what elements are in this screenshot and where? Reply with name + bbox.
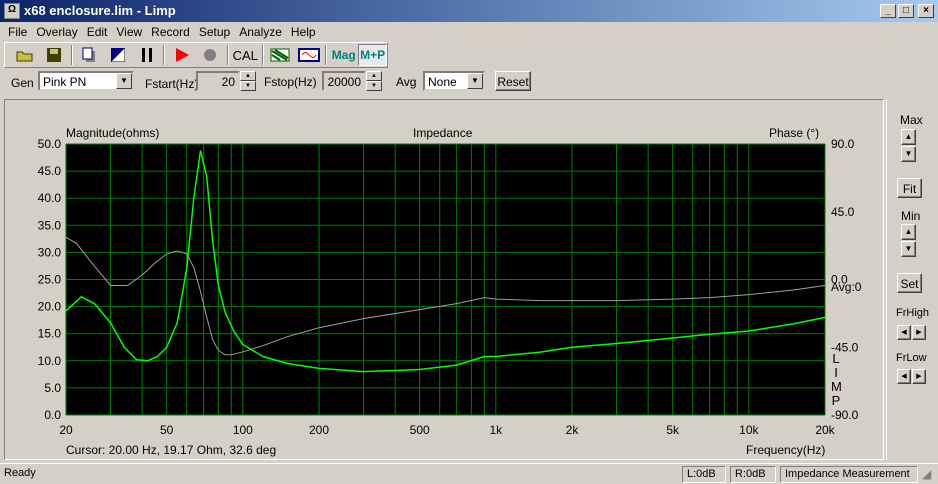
x-tick-label: 2k xyxy=(566,423,580,437)
set-button[interactable]: Set xyxy=(897,273,922,293)
status-mode: Impedance Measurement xyxy=(780,466,918,483)
frlow-label: FrLow xyxy=(896,352,927,364)
y-tick-label: 45.0 xyxy=(38,164,62,178)
y-tick-label: 15.0 xyxy=(38,327,62,341)
min-label: Min xyxy=(901,209,921,223)
x-axis-label: Frequency(Hz) xyxy=(746,443,826,457)
x-tick-label: 10k xyxy=(739,423,759,437)
max-down-button[interactable]: ▼ xyxy=(901,146,916,162)
status-bar: Ready L:0dB R:0dB Impedance Measurement … xyxy=(0,463,938,484)
y-tick-label: 40.0 xyxy=(38,191,62,205)
y2-tick-label: -90.0 xyxy=(831,408,859,422)
y-tick-label: 35.0 xyxy=(38,218,62,232)
y-tick-label: 50.0 xyxy=(38,137,62,151)
y-tick-label: 10.0 xyxy=(38,354,62,368)
min-down-button[interactable]: ▼ xyxy=(901,241,916,257)
max-up-button[interactable]: ▲ xyxy=(901,129,916,145)
frlow-right-button[interactable]: ▶ xyxy=(912,369,926,384)
x-tick-label: 200 xyxy=(309,423,329,437)
scale-panel: Max ▲ ▼ Fit Min ▲ ▼ Set FrHigh ◀ ▶ FrLow… xyxy=(886,99,934,460)
y2-axis-label: Phase (°) xyxy=(769,126,820,140)
x-tick-label: 500 xyxy=(410,423,430,437)
limp-letter: M xyxy=(831,379,842,394)
x-tick-label: 5k xyxy=(666,423,680,437)
x-tick-label: 100 xyxy=(233,423,253,437)
x-tick-label: 20 xyxy=(59,423,73,437)
cursor-readout: Cursor: 20.00 Hz, 19.17 Ohm, 32.6 deg xyxy=(66,443,277,457)
frhigh-label: FrHigh xyxy=(896,307,930,319)
chart-title: Impedance xyxy=(413,126,473,140)
resize-grip-icon[interactable]: ◢ xyxy=(922,467,931,481)
y2-tick-label: 45.0 xyxy=(831,205,855,219)
frhigh-right-button[interactable]: ▶ xyxy=(912,325,926,340)
limp-letter: I xyxy=(834,365,838,380)
max-label: Max xyxy=(900,113,923,127)
y-tick-label: 20.0 xyxy=(38,300,62,314)
y-tick-label: 0.0 xyxy=(44,408,61,422)
frlow-left-button[interactable]: ◀ xyxy=(897,369,911,384)
avg-readout: Avg:0 xyxy=(831,280,862,294)
fit-button[interactable]: Fit xyxy=(897,178,922,198)
min-up-button[interactable]: ▲ xyxy=(901,224,916,240)
y-tick-label: 5.0 xyxy=(44,381,61,395)
limp-letter: P xyxy=(831,393,841,408)
status-right-level: R:0dB xyxy=(730,466,776,483)
status-left-level: L:0dB xyxy=(682,466,726,483)
status-text: Ready xyxy=(4,467,36,479)
x-tick-label: 20k xyxy=(815,423,835,437)
y-tick-label: 25.0 xyxy=(38,273,62,287)
y2-tick-label: 90.0 xyxy=(831,137,855,151)
limp-letter: L xyxy=(832,351,840,366)
x-tick-label: 50 xyxy=(160,423,174,437)
y-axis-label: Magnitude(ohms) xyxy=(66,126,160,140)
frhigh-left-button[interactable]: ◀ xyxy=(897,325,911,340)
x-tick-label: 1k xyxy=(489,423,503,437)
impedance-chart[interactable]: 50.0 45.0 40.0 35.0 30.0 25.0 20.0 15.0 10.0 5.0 0… xyxy=(0,0,938,463)
y-tick-label: 30.0 xyxy=(38,245,62,259)
